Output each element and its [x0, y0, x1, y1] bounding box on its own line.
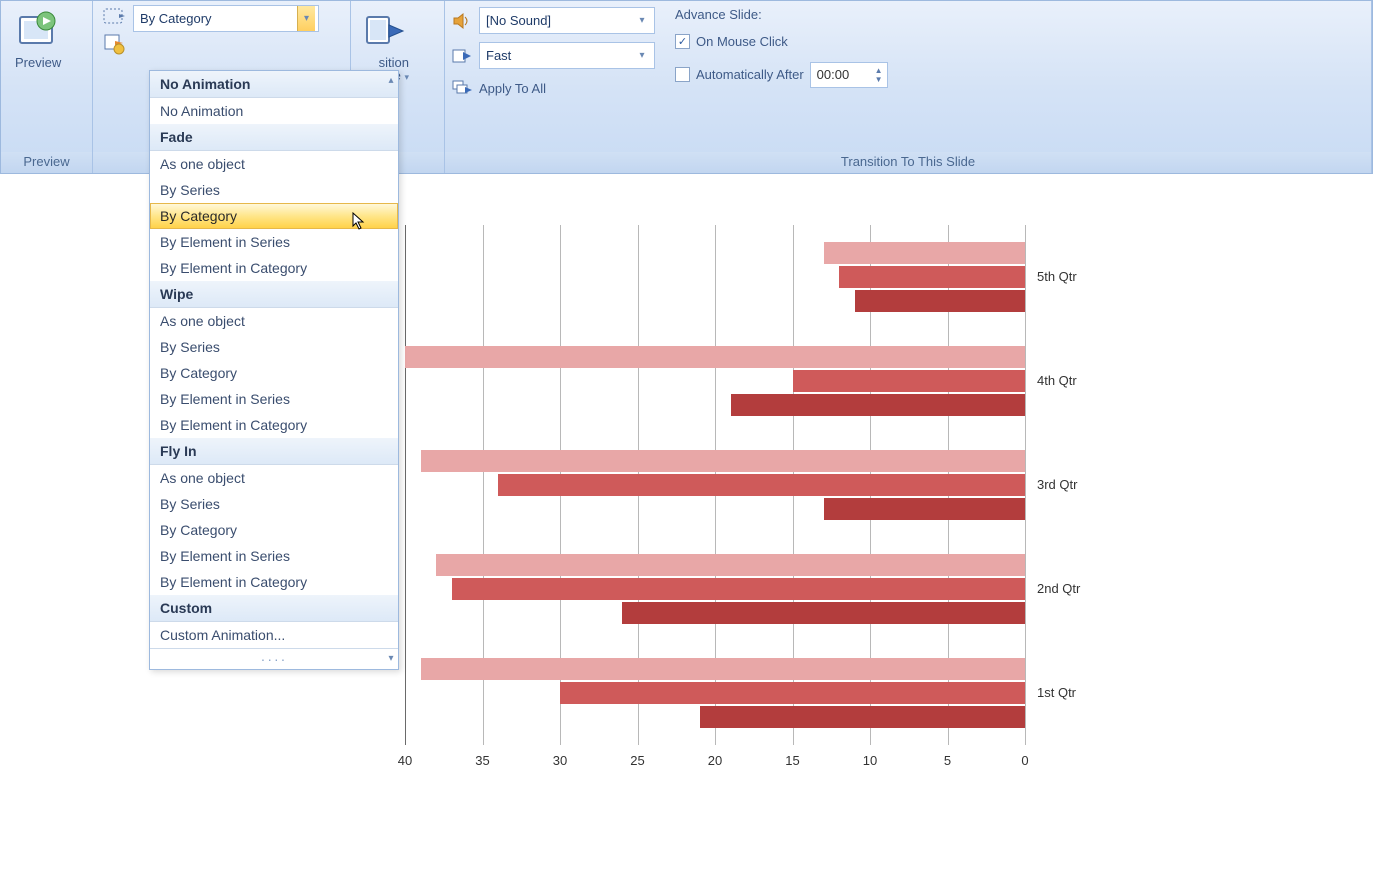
dropdown-group-header: Fly In — [150, 438, 398, 465]
sound-combo[interactable]: [No Sound] ▾ — [479, 7, 655, 34]
x-tick-label: 30 — [553, 753, 567, 768]
category-label: 4th Qtr — [1037, 373, 1077, 388]
dropdown-item[interactable]: By Series — [150, 177, 398, 203]
dropdown-item[interactable]: By Category — [150, 203, 398, 229]
speed-value: Fast — [486, 48, 633, 63]
preview-label: Preview — [15, 55, 61, 70]
bar — [452, 578, 1026, 600]
category-label: 3rd Qtr — [1037, 477, 1077, 492]
bar — [793, 370, 1026, 392]
dropdown-item[interactable]: As one object — [150, 308, 398, 334]
bar — [622, 602, 1025, 624]
on-mouse-click-label: On Mouse Click — [696, 34, 788, 49]
on-mouse-click-checkbox[interactable]: ✓ — [675, 34, 690, 49]
transition-icon — [365, 9, 409, 53]
advance-slide-title: Advance Slide: — [675, 7, 888, 22]
bar — [855, 290, 1026, 312]
bar — [824, 242, 1026, 264]
group-label-preview: Preview — [1, 152, 92, 173]
auto-after-input[interactable] — [811, 67, 871, 82]
speed-icon — [451, 45, 473, 67]
dropdown-item[interactable]: By Series — [150, 491, 398, 517]
apply-all-button[interactable]: Apply To All — [479, 81, 546, 96]
chevron-down-icon: ▾ — [297, 6, 315, 31]
category-label: 1st Qtr — [1037, 685, 1076, 700]
x-tick-label: 10 — [863, 753, 877, 768]
bar — [436, 554, 1025, 576]
x-tick-label: 0 — [1021, 753, 1028, 768]
dropdown-resize-grip[interactable]: ···· — [150, 648, 398, 669]
spin-up-icon[interactable]: ▲ — [871, 66, 887, 75]
x-tick-label: 15 — [785, 753, 799, 768]
dropdown-group-header: Custom — [150, 595, 398, 622]
sound-icon — [451, 10, 473, 32]
dropdown-item[interactable]: By Category — [150, 517, 398, 543]
auto-after-label: Automatically After — [696, 67, 804, 82]
animate-dropdown: ▴ ▾ No AnimationNo AnimationFadeAs one o… — [149, 70, 399, 670]
dropdown-item[interactable]: By Series — [150, 334, 398, 360]
ribbon-group-transition: [No Sound] ▾ Fast ▾ Apply To All — [445, 1, 1372, 173]
plot-area: 40353025201510505th Qtr4th Qtr3rd Qtr2nd… — [405, 225, 1025, 745]
sound-value: [No Sound] — [486, 13, 633, 28]
spin-down-icon[interactable]: ▼ — [871, 75, 887, 84]
x-tick-label: 25 — [630, 753, 644, 768]
x-tick-label: 35 — [475, 753, 489, 768]
x-tick-label: 5 — [944, 753, 951, 768]
apply-all-icon — [451, 77, 473, 99]
chevron-down-icon: ▾ — [633, 50, 651, 61]
bar — [824, 498, 1026, 520]
dropdown-item[interactable]: No Animation — [150, 98, 398, 124]
dropdown-group-header: No Animation — [150, 71, 398, 98]
group-label-transition: Transition To This Slide — [445, 152, 1371, 173]
dropdown-item[interactable]: By Element in Series — [150, 543, 398, 569]
dropdown-item[interactable]: As one object — [150, 465, 398, 491]
animate-combo[interactable]: By Category ▾ — [133, 5, 319, 32]
category-label: 5th Qtr — [1037, 269, 1077, 284]
animate-combo-value: By Category — [140, 11, 297, 26]
dropdown-item[interactable]: As one object — [150, 151, 398, 177]
gridline — [1025, 225, 1026, 745]
dropdown-item[interactable]: By Element in Series — [150, 386, 398, 412]
ribbon-group-preview: Preview Preview — [1, 1, 93, 173]
x-tick-label: 40 — [398, 753, 412, 768]
dropdown-group-header: Wipe — [150, 281, 398, 308]
bar — [405, 346, 1025, 368]
preview-icon — [16, 9, 60, 53]
dropdown-group-header: Fade — [150, 124, 398, 151]
dropdown-item[interactable]: Custom Animation... — [150, 622, 398, 648]
bar — [731, 394, 1026, 416]
bar — [560, 682, 1025, 704]
dropdown-scrollbar[interactable]: ▴ ▾ — [386, 75, 396, 665]
auto-after-checkbox[interactable] — [675, 67, 690, 82]
dropdown-item[interactable]: By Element in Category — [150, 569, 398, 595]
preview-button[interactable]: Preview — [7, 5, 69, 148]
spinner[interactable]: ▲▼ — [871, 66, 887, 84]
x-tick-label: 20 — [708, 753, 722, 768]
custom-animation-icon[interactable] — [103, 33, 125, 55]
dropdown-item[interactable]: By Element in Category — [150, 255, 398, 281]
bar — [421, 658, 1026, 680]
auto-after-time[interactable]: ▲▼ — [810, 62, 888, 88]
scroll-down-icon[interactable]: ▾ — [386, 653, 396, 665]
dropdown-item[interactable]: By Category — [150, 360, 398, 386]
dropdown-item[interactable]: By Element in Category — [150, 412, 398, 438]
chevron-down-icon: ▾ — [404, 72, 409, 82]
speed-combo[interactable]: Fast ▾ — [479, 42, 655, 69]
bar — [498, 474, 1025, 496]
scroll-up-icon[interactable]: ▴ — [386, 75, 396, 87]
bar — [421, 450, 1026, 472]
bar — [839, 266, 1025, 288]
animate-icon-1[interactable] — [103, 5, 125, 27]
bar — [700, 706, 1026, 728]
gridline — [405, 225, 406, 745]
chevron-down-icon: ▾ — [633, 15, 651, 26]
cursor-icon — [351, 212, 367, 233]
category-label: 2nd Qtr — [1037, 581, 1080, 596]
chart: 40353025201510505th Qtr4th Qtr3rd Qtr2nd… — [405, 225, 1105, 785]
